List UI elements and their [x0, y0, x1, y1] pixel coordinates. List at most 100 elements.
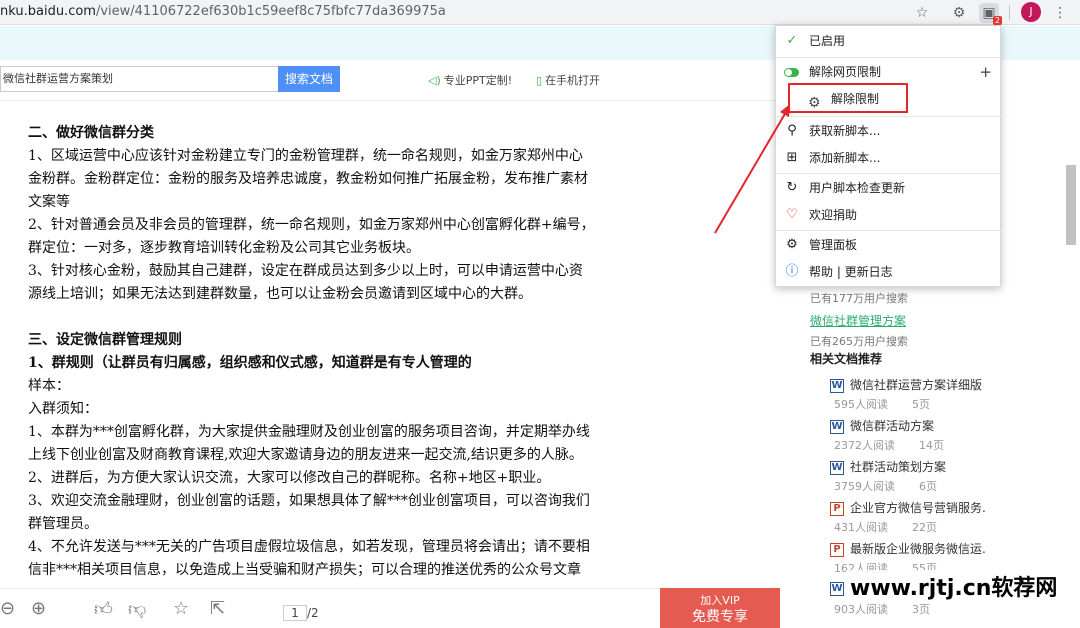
related-doc-title[interactable]: W 微信群活动方案: [830, 417, 934, 434]
open-on-phone-link[interactable]: ▯ 在手机打开: [536, 72, 600, 88]
doc-paragraph-line: 1、区域运营中心应该针对金粉建立专门的金粉管理群，统一命名规则，如金万家郑州中心: [28, 148, 583, 164]
zoom-in-icon[interactable]: ⊕: [31, 598, 46, 619]
read-count: 903人阅读: [834, 603, 888, 616]
doc-paragraph-line: 群管理员。: [28, 516, 98, 532]
favorite-star-icon[interactable]: ☆: [173, 598, 189, 619]
doc-heading: 1、群规则（让群员有归属感，组织感和仪式感，知道群是有专人管理的: [28, 355, 472, 371]
zoom-out-icon[interactable]: ⊖: [0, 598, 15, 619]
search-count: 已有177万用户搜索: [810, 292, 908, 305]
doc-paragraph-line: 群定位：一对多，逐步教育培训转化金粉及公司其它业务板块。: [28, 240, 420, 256]
doc-paragraph-line: 3、针对核心金粉，鼓励其自己建群，设定在群成员达到多少以上时，可以申请运营中心资: [28, 263, 583, 279]
doc-heading: 二、做好微信群分类: [28, 125, 154, 141]
vip-line1: 加入VIP: [700, 594, 740, 607]
doc-heading: 三、设定微信群管理规则: [28, 332, 182, 348]
menu-item-help[interactable]: ⓘ 帮助 | 更新日志: [776, 260, 1002, 284]
doc-paragraph-line: 3、欢迎交流金融理财，创业创富的话题，如果想具体了解***创业创富项目，可以咨询…: [28, 493, 590, 509]
menu-separator: [776, 57, 1002, 58]
related-doc-title[interactable]: P 企业官方微信号营销服务.: [830, 499, 986, 516]
read-count: 3759人阅读: [834, 480, 895, 493]
thumbs-down-icon[interactable]: 👎︎: [128, 598, 146, 620]
menu-item-dashboard[interactable]: ⚙ 管理面板: [776, 233, 1002, 257]
related-doc-title[interactable]: W 微信社群运营方案详细版: [830, 376, 982, 393]
menu-item-check-update[interactable]: ↻ 用户脚本检查更新: [776, 176, 1002, 200]
phone-icon: ▯: [536, 74, 543, 87]
related-doc-stats: 3759人阅读 6页: [834, 478, 937, 494]
toggle-on-icon[interactable]: [784, 68, 799, 77]
menu-item-get-script[interactable]: ⚲ 获取新脚本...: [776, 119, 1002, 143]
pdf-file-icon: P: [830, 542, 844, 557]
related-doc-stats: 2372人阅读 14页: [834, 437, 944, 453]
related-search-link[interactable]: 微信社群管理方案: [810, 312, 906, 329]
highlight-box: [788, 83, 908, 113]
url-field[interactable]: nku.baidu.com/view/41106722ef630b1c59eef…: [0, 4, 446, 19]
search-docs-button[interactable]: 搜索文档: [278, 66, 340, 92]
menu-item-donate[interactable]: ♡ 欢迎捐助: [776, 203, 1002, 227]
ppt-custom-link[interactable]: ◁) 专业PPT定制!: [428, 72, 512, 88]
page-count: 5页: [912, 398, 930, 411]
menu-item-enabled[interactable]: ✓ 已启用: [776, 29, 1002, 53]
page-total: /2: [307, 606, 319, 620]
browser-menu-icon[interactable]: ⋮: [1050, 3, 1070, 23]
menu-item-unlock-script[interactable]: 解除网页限制 +: [776, 60, 1002, 84]
page-count: 6页: [919, 480, 937, 493]
tampermonkey-extension-icon[interactable]: ▣ 2: [979, 3, 1002, 25]
search-count: 已有265万用户搜索: [810, 335, 908, 348]
page-count: 22页: [912, 521, 937, 534]
extension-dropdown-menu: ✓ 已启用 解除网页限制 + ⚙ 解除限制 ⚲ 获取新脚本... ⊞ 添加新脚本…: [775, 25, 1002, 287]
heart-icon: ♡: [786, 207, 798, 222]
pdf-file-icon: P: [830, 501, 844, 516]
word-file-icon: W: [830, 460, 844, 475]
page-number-input[interactable]: 1: [283, 605, 307, 621]
page: nku.baidu.com/view/41106722ef630b1c59eef…: [0, 0, 1080, 628]
document-body: 二、做好微信群分类 1、区域运营中心应该针对金粉建立专门的金粉管理群，统一命名规则…: [28, 122, 648, 582]
related-docs-heading: 相关文档推荐: [810, 352, 883, 366]
profile-avatar[interactable]: J: [1021, 2, 1041, 22]
url-path: /view/41106722ef630b1c59eef8c75fbfc77da3…: [95, 4, 446, 19]
bookmark-star-icon[interactable]: ☆: [912, 3, 932, 23]
menu-separator: [776, 116, 1002, 117]
menu-separator: [776, 173, 1002, 174]
page-count: 3页: [912, 603, 930, 616]
browser-address-bar: nku.baidu.com/view/41106722ef630b1c59eef…: [0, 0, 1080, 25]
menu-separator: [776, 230, 1002, 231]
page-count: 14页: [919, 439, 944, 452]
doc-paragraph-line: 文案等: [28, 194, 70, 210]
word-file-icon: W: [830, 581, 844, 596]
gear-icon: ⚙: [786, 237, 798, 252]
doc-paragraph-line: 2、针对普通会员及非会员的管理群，统一命名规则，如金万家郑州中心创富孵化群+编号…: [28, 217, 595, 233]
refresh-icon: ↻: [786, 180, 798, 195]
check-icon: ✓: [786, 33, 798, 48]
doc-paragraph-line: 样本：: [28, 378, 70, 394]
vip-line2: 免费专享: [692, 609, 748, 625]
read-count: 431人阅读: [834, 521, 888, 534]
thumbs-up-icon[interactable]: 👍︎: [94, 598, 113, 620]
extension-puzzle-icon[interactable]: ⚙: [949, 3, 969, 23]
share-icon[interactable]: ⇱: [210, 598, 225, 619]
doc-paragraph-line: 源线上培训；如果无法达到建群数量，也可以让金粉会员邀请到区域中心的大群。: [28, 286, 532, 302]
search-input[interactable]: 微信社群运营方案策划: [0, 66, 278, 92]
doc-paragraph-line: 4、不允许发送与***无关的广告项目虚假垃圾信息，如若发现，管理员将会请出；请不…: [28, 539, 590, 555]
word-file-icon: W: [830, 419, 844, 434]
site-watermark: www.rjtj.cn软荐网: [846, 570, 1062, 602]
divider: [0, 100, 780, 101]
related-doc-stats: 903人阅读 3页: [834, 601, 930, 617]
read-count: 2372人阅读: [834, 439, 895, 452]
join-vip-button[interactable]: 加入VIP 免费专享: [660, 588, 780, 628]
word-file-icon: W: [830, 378, 844, 393]
related-doc-stats: 431人阅读 22页: [834, 519, 937, 535]
doc-paragraph-line: 上线下创业创富及财商教育课程,欢迎大家邀请身边的朋友进来一起交流,结识更多的人脉…: [28, 447, 583, 463]
menu-item-add-script[interactable]: ⊞ 添加新脚本...: [776, 146, 1002, 170]
doc-paragraph-line: 信非***相关项目信息，以免造成上当受骗和财产损失；可以合理的推送优秀的公众号文…: [28, 562, 581, 578]
doc-paragraph-line: 入群须知：: [28, 401, 98, 417]
scrollbar-thumb[interactable]: [1066, 165, 1076, 245]
url-host: nku.baidu.com: [0, 4, 96, 19]
related-doc-title[interactable]: P 最新版企业微服务微信运.: [830, 540, 986, 557]
speaker-icon: ◁): [428, 74, 441, 87]
related-doc-title[interactable]: W 社群活动策划方案: [830, 458, 946, 475]
extension-badge: 2: [992, 16, 1002, 25]
plus-icon[interactable]: +: [979, 60, 992, 84]
doc-paragraph-line: 1、本群为***创富孵化群，为大家提供金融理财及创业创富的服务项目咨询，并定期举…: [28, 424, 590, 440]
pager: 1/2: [283, 605, 319, 621]
doc-paragraph-line: 金粉群。金粉群定位：金粉的服务及培养忠诚度，教金粉如何推广拓展金粉，发布推广素材: [28, 171, 588, 187]
add-box-icon: ⊞: [786, 150, 798, 165]
